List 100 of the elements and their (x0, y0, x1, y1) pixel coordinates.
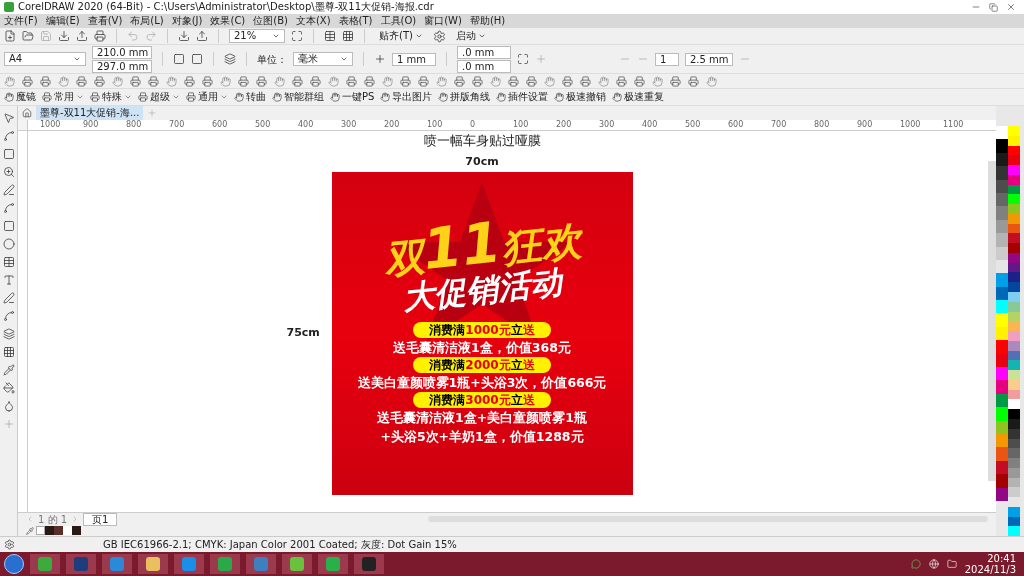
folder-icon[interactable] (946, 559, 957, 569)
chat-icon[interactable] (910, 559, 921, 569)
plugin-button[interactable]: 转曲 (234, 91, 266, 103)
nudge-icon[interactable] (374, 53, 386, 65)
menu-item[interactable]: 文件(F) (4, 15, 38, 27)
menu-item[interactable]: 文本(X) (295, 15, 331, 27)
curve-icon[interactable] (2, 202, 15, 214)
caret-icon[interactable] (172, 93, 180, 101)
hand-icon[interactable] (234, 92, 244, 102)
connector-icon[interactable] (2, 310, 15, 322)
color-palette-drawing[interactable] (996, 106, 1024, 536)
export-icon[interactable] (196, 30, 208, 42)
layers-icon[interactable] (224, 53, 236, 65)
upload-icon[interactable] (76, 30, 88, 42)
restore-icon[interactable] (989, 2, 998, 12)
shadow-icon[interactable] (2, 328, 15, 340)
duplicate-y-field[interactable]: .0 mm (457, 59, 511, 73)
eyedropper-icon[interactable] (26, 526, 34, 535)
line-icon[interactable] (2, 292, 15, 304)
hand-icon[interactable] (554, 92, 565, 102)
hand-icon[interactable] (328, 75, 339, 87)
hand-icon[interactable] (436, 75, 447, 87)
snap-button[interactable]: 贴齐(T) (375, 30, 427, 42)
hand-icon[interactable] (382, 75, 393, 87)
print-icon[interactable] (94, 30, 106, 42)
plugin-button[interactable]: 智能群组 (272, 91, 324, 103)
plugin-button[interactable]: 超级 (138, 91, 180, 103)
taskbar-app-icon[interactable] (30, 554, 60, 574)
start-button[interactable] (4, 554, 24, 574)
duplicate-x-field[interactable]: .0 mm (457, 45, 511, 59)
page-width-field[interactable]: 210.0 mm (92, 45, 152, 59)
ruler-icon[interactable] (324, 30, 336, 42)
hand-icon[interactable] (496, 92, 507, 102)
plugin-button[interactable]: 通用 (186, 91, 228, 103)
fill-icon[interactable] (2, 382, 15, 394)
plugin-button[interactable]: 常用 (42, 91, 84, 103)
eyedropper-icon[interactable] (2, 364, 15, 376)
hand-icon[interactable] (652, 75, 663, 87)
text-icon[interactable] (2, 274, 15, 286)
caret-icon[interactable] (272, 32, 280, 40)
menu-item[interactable]: 编辑(E) (45, 15, 80, 27)
menu-item[interactable]: 窗口(W) (424, 15, 462, 27)
pointer-icon[interactable] (2, 112, 15, 124)
taskbar-app-icon[interactable] (354, 554, 384, 574)
hand-icon[interactable] (706, 75, 717, 87)
page-height-field[interactable]: 297.0 mm (92, 59, 152, 73)
plugin-button[interactable]: 导出图片 (380, 91, 433, 103)
transparency-icon[interactable] (2, 346, 15, 358)
page-tab[interactable]: 页1 (83, 512, 118, 526)
plugin-button[interactable]: 一键PS (330, 91, 375, 103)
menu-item[interactable]: 工具(O) (380, 15, 417, 27)
menu-item[interactable]: 布局(L) (130, 15, 164, 27)
grid-icon[interactable] (342, 30, 354, 42)
hand-icon[interactable] (380, 92, 391, 102)
hand-icon[interactable] (612, 92, 623, 102)
settings-icon[interactable] (4, 539, 15, 550)
network-icon[interactable] (928, 559, 939, 569)
portrait-icon[interactable] (173, 53, 185, 65)
vertical-scrollbar[interactable] (988, 161, 996, 481)
open-folder-icon[interactable] (22, 30, 34, 42)
plugin-button[interactable]: 插件设置 (496, 91, 549, 103)
hand-icon[interactable] (4, 75, 15, 87)
taskbar-app-icon[interactable] (174, 554, 204, 574)
menu-item[interactable]: 效果(C) (210, 15, 246, 27)
nudge-field[interactable]: 1 mm (392, 52, 436, 66)
home-icon[interactable] (22, 108, 32, 118)
taskbar-app-icon[interactable] (102, 554, 132, 574)
zoom-icon[interactable] (2, 166, 15, 178)
settings-icon[interactable] (432, 29, 446, 43)
taskbar-app-icon[interactable] (282, 554, 312, 574)
menu-item[interactable]: 查看(V) (87, 15, 123, 27)
crop-icon[interactable] (2, 148, 15, 160)
menu-item[interactable]: 对象(J) (171, 15, 203, 27)
caret-icon[interactable] (76, 93, 84, 101)
hand-icon[interactable] (166, 75, 177, 87)
taskbar-app-icon[interactable] (210, 554, 240, 574)
close-icon[interactable] (1006, 2, 1016, 12)
count-field[interactable]: 1 (655, 52, 679, 66)
node-icon[interactable] (2, 130, 15, 142)
launch-button[interactable]: 启动 (451, 30, 490, 42)
document-tab[interactable]: 墨尊-双11大促销-海... (36, 106, 144, 120)
plugin-button[interactable]: 特殊 (90, 91, 132, 103)
zoom-field[interactable]: 21% (229, 29, 285, 43)
hand-icon[interactable] (598, 75, 609, 87)
hand-icon[interactable] (4, 92, 14, 102)
caret-icon[interactable] (220, 93, 228, 101)
hand-icon[interactable] (220, 75, 231, 87)
hand-icon[interactable] (112, 75, 123, 87)
plugin-button[interactable]: 拼版角线 (438, 91, 491, 103)
hand-icon[interactable] (490, 75, 501, 87)
download-icon[interactable] (58, 30, 70, 42)
landscape-icon[interactable] (191, 53, 203, 65)
plugin-button[interactable]: 魔镜 (4, 91, 36, 103)
selection-frame-icon[interactable] (517, 53, 529, 65)
hand-icon[interactable] (438, 92, 449, 102)
units-dropdown[interactable]: 毫米 (293, 52, 353, 66)
import-icon[interactable] (178, 30, 190, 42)
new-document-icon[interactable] (4, 30, 16, 42)
fit-page-icon[interactable] (291, 30, 303, 42)
taskbar-app-icon[interactable] (138, 554, 168, 574)
